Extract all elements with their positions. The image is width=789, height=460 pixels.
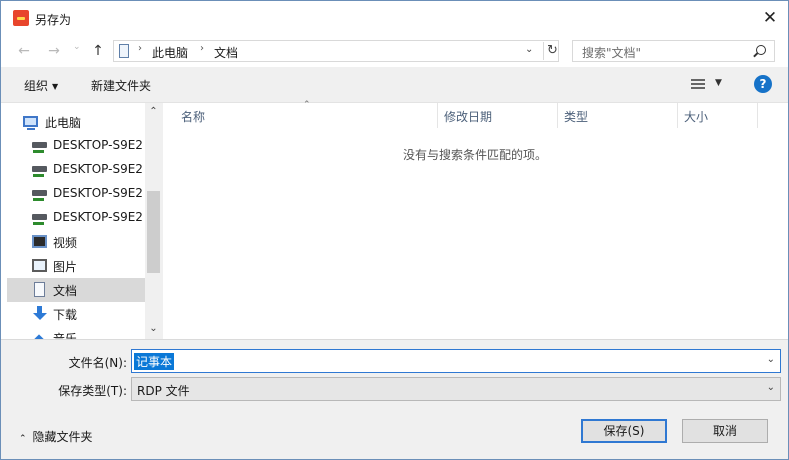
sidebar-item-this-pc[interactable]: 此电脑 [7,110,145,134]
sidebar-item-network-drive[interactable]: DESKTOP-S9E2 [7,182,145,206]
column-header-size[interactable]: 大小 [678,103,758,128]
chevron-down-icon: ⌄ [766,382,775,393]
navigation-pane-scrollbar[interactable]: ⌃ ⌄ [145,103,162,339]
video-icon [32,235,47,248]
breadcrumb-this-pc[interactable]: 此电脑 [152,44,188,61]
breadcrumb-separator-icon: › [200,43,204,54]
sidebar-item-music[interactable]: 音乐 [7,326,145,339]
computer-icon [23,116,38,130]
network-drive-icon [32,142,47,153]
network-drive-icon [32,166,47,177]
sidebar-item-label: 下载 [53,308,78,322]
window-title: 另存为 [35,13,72,27]
column-header-label: 大小 [684,110,709,124]
recent-locations-dropdown-icon[interactable]: ⌄ [73,42,81,52]
column-header-type[interactable]: 类型 [558,103,678,128]
picture-icon [32,259,47,272]
organize-label: 组织 [24,79,49,93]
sidebar-item-label: 此电脑 [45,116,82,130]
network-drive-icon [32,214,47,225]
address-history-dropdown-icon[interactable]: ⌄ [525,44,533,55]
empty-results-message: 没有与搜索条件匹配的项。 [403,148,548,162]
scroll-up-icon[interactable]: ⌃ [145,103,162,120]
refresh-icon[interactable]: ↻ [543,42,559,60]
back-arrow-icon[interactable]: ← [15,41,33,61]
search-input[interactable]: 搜索"文档" [572,40,775,62]
chevron-down-icon[interactable]: ▼ [715,78,722,88]
sidebar-item-network-drive[interactable]: DESKTOP-S9E2 [7,206,145,230]
sidebar-item-videos[interactable]: 视频 [7,230,145,254]
pane-divider [1,339,788,340]
hide-folders-label: 隐藏文件夹 [32,430,93,444]
new-folder-button[interactable]: 新建文件夹 [91,77,151,94]
help-icon[interactable]: ? [754,75,772,93]
scroll-down-icon[interactable]: ⌄ [145,320,162,337]
filetype-select[interactable]: RDP 文件 ⌄ [131,377,781,401]
title-bar: 另存为 ✕ [1,1,788,35]
sidebar-item-label: DESKTOP-S9E2 [53,186,143,200]
sidebar-item-downloads[interactable]: 下载 [7,302,145,326]
download-icon [32,306,47,321]
sidebar-item-label: DESKTOP-S9E2 [53,138,143,152]
sidebar-item-label: DESKTOP-S9E2 [53,162,143,176]
file-list: ⌃ 名称 修改日期 类型 大小 没有与搜索条件匹配的项。 [163,100,788,339]
filetype-value: RDP 文件 [137,384,190,398]
breadcrumb-separator-icon: › [138,43,142,54]
new-folder-label: 新建文件夹 [91,79,152,93]
view-options-icon[interactable] [691,79,705,91]
document-icon [34,282,45,297]
sidebar-item-network-drive[interactable]: DESKTOP-S9E2 [7,134,145,158]
save-as-dialog: 另存为 ✕ ← → ⌄ ↑ › 此电脑 › 文档 ⌄ ↻ 搜索"文档" 组织 ▼ … [0,0,789,460]
column-header-label: 修改日期 [444,110,493,124]
network-drive-icon [32,190,47,201]
navigation-bar: ← → ⌄ ↑ › 此电脑 › 文档 ⌄ ↻ 搜索"文档" [1,35,788,67]
close-button[interactable]: ✕ [753,1,787,35]
sidebar-item-pictures[interactable]: 图片 [7,254,145,278]
toolbar: 组织 ▼ 新建文件夹 ▼ ? [1,67,788,103]
close-icon: ✕ [762,8,778,28]
sidebar-item-label: DESKTOP-S9E2 [53,210,143,224]
scrollbar-thumb[interactable] [147,191,160,273]
sidebar-item-network-drive[interactable]: DESKTOP-S9E2 [7,158,145,182]
sidebar-item-label: 图片 [53,260,78,274]
filename-value: 记事本 [134,353,175,370]
app-icon [13,10,29,26]
address-bar[interactable]: › 此电脑 › 文档 ⌄ ↻ [113,40,559,62]
up-arrow-icon[interactable]: ↑ [89,41,107,61]
sidebar-item-label: 文档 [53,284,78,298]
folder-location-icon [119,44,129,58]
navigation-pane: 此电脑 DESKTOP-S9E2 DESKTOP-S9E2 DESKTOP-S9… [1,103,162,339]
chevron-down-icon[interactable]: ⌄ [767,354,775,365]
search-placeholder: 搜索"文档" [582,46,642,60]
organize-button[interactable]: 组织 ▼ [24,77,58,94]
filetype-label: 保存类型(T): [58,384,127,398]
filename-label: 文件名(N): [68,356,127,370]
column-header-label: 名称 [181,110,206,124]
search-icon[interactable] [756,45,766,55]
column-header-label: 类型 [564,110,589,124]
sidebar-item-label: 音乐 [53,332,78,339]
cancel-button[interactable]: 取消 [682,419,768,443]
sidebar-item-documents[interactable]: 文档 [7,278,145,302]
save-button[interactable]: 保存(S) [581,419,667,443]
filename-field[interactable]: 记事本 ⌄ [131,349,781,373]
forward-arrow-icon[interactable]: → [45,41,63,61]
column-header-name[interactable]: 名称 [175,103,438,128]
hide-folders-button[interactable]: ⌃ 隐藏文件夹 [19,428,93,445]
sidebar-item-label: 视频 [53,236,78,250]
column-header-date-modified[interactable]: 修改日期 [438,103,558,128]
chevron-down-icon: ▼ [52,82,59,91]
breadcrumb-documents[interactable]: 文档 [214,44,238,61]
chevron-up-icon: ⌃ [19,434,27,444]
